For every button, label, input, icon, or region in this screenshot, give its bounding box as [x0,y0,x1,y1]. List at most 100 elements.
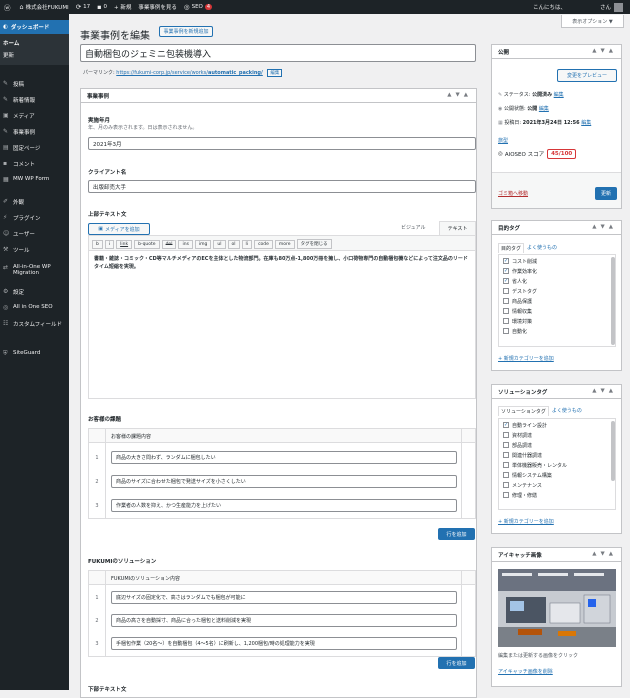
add-category-link[interactable]: + 新規カテゴリーを追加 [498,518,554,525]
checkbox[interactable] [503,442,509,448]
submenu-home[interactable]: ホーム [0,37,69,49]
comments-menu[interactable]: ▪ 0 [97,3,107,11]
metabox-header[interactable]: 事業事例 [81,89,476,103]
menu-comments[interactable]: ▪ コメント [0,160,69,168]
preview-changes-button[interactable]: 変更をプレビュー [557,69,617,82]
menu-pages[interactable]: ▤ 固定ページ [0,144,69,152]
menu-plugins[interactable]: ⚡ プラグイン [0,214,69,222]
issues-add-row-button[interactable]: 行を追加 [438,528,475,540]
checkbox[interactable] [503,482,509,488]
checkbox[interactable] [503,318,509,324]
checkbox[interactable] [503,288,509,294]
view-post-link[interactable]: 事業事例を見る [138,3,177,11]
checkbox[interactable] [503,452,509,458]
quicktag-img[interactable]: img [194,240,212,249]
tab-popular[interactable]: よく使うもの [549,406,585,416]
issue-input-3[interactable]: 作業者の人数を抑え、かつ生産能力を上げたい [111,499,457,512]
tab-all[interactable]: ソリューションタグ [498,406,549,416]
tag-item[interactable]: ✓ 作業効率化 [503,266,611,276]
menu-dashboard[interactable]: ◐ ダッシュボード [0,20,69,34]
tag-item[interactable]: 情報収集 [503,306,611,316]
tag-item[interactable]: 商品保護 [503,296,611,306]
metabox-controls[interactable]: ▲▼▲ [592,388,617,394]
account-menu[interactable]: こんにちは、 さん [533,2,623,12]
tag-item[interactable]: 修理・修繕 [503,490,611,500]
metabox-controls[interactable]: ▲▼▲ [447,92,472,98]
issue-input-2[interactable]: 商品のサイズに合わせた梱包で発送サイズを小さくしたい [111,475,457,488]
post-title-input[interactable]: 自動梱包のジェミニ包装機導入 [80,44,476,62]
revisions-link[interactable]: 旅型 [498,137,508,144]
solution-input-2[interactable]: 商品の高さを自動採寸、商品に合った梱包と送料削減を実現 [111,614,457,627]
screen-options-button[interactable]: 表示オプション ▼ [561,15,624,28]
tag-item[interactable]: デストタグ [503,286,611,296]
checkbox[interactable] [503,462,509,468]
tab-popular[interactable]: よく使うもの [524,243,560,253]
checkbox[interactable] [503,472,509,478]
metabox-controls[interactable]: ▲▼▲ [592,224,617,230]
quicktag-ins[interactable]: ins [178,240,193,249]
client-input[interactable]: 出版卸売大手 [88,180,476,193]
remove-featured-image-link[interactable]: アイキャッチ画像を削除 [498,668,553,675]
tag-item[interactable]: ✓ 省人化 [503,276,611,286]
tag-item[interactable]: ✓ 自動ライン設計 [503,420,611,430]
tab-visual[interactable]: ビジュアル [401,224,426,231]
quicktag-bquote[interactable]: b-quote [134,240,160,249]
trash-link[interactable]: ゴミ箱へ移動 [498,190,528,197]
checkbox[interactable]: ✓ [503,268,509,274]
tag-item[interactable]: 自動化 [503,326,611,336]
metabox-controls[interactable]: ▲▼▲ [592,48,617,54]
add-media-button[interactable]: ▣ メディアを追加 [88,223,150,235]
menu-users[interactable]: ☺ ユーザー [0,230,69,238]
tag-item[interactable]: 関連什器調達 [503,450,611,460]
quicktag-ul[interactable]: ul [213,240,226,249]
quicktag-b[interactable]: b [92,240,103,249]
seo-menu[interactable]: ◎ SEO 4 [184,3,213,11]
checkbox[interactable] [503,298,509,304]
checkbox[interactable]: ✓ [503,422,509,428]
checkbox[interactable] [503,308,509,314]
submenu-updates[interactable]: 更新 [0,49,69,61]
menu-settings[interactable]: ⚙ 設定 [0,288,69,296]
solution-add-row-button[interactable]: 行を追加 [438,657,475,669]
tag-item[interactable]: 部品調達 [503,440,611,450]
visibility-edit-link[interactable]: 編集 [539,106,549,112]
menu-works[interactable]: ✎ 事業事例 [0,128,69,136]
date-input[interactable]: 2021年3月 [88,137,476,150]
upper-text-area[interactable]: 書籍・雑誌・コミック・CD等マルチメディアのECを主体とした物流部門。在庫も80… [89,251,475,275]
quicktag-close-tags[interactable]: タグを閉じる [296,239,332,249]
updates-menu[interactable]: ⟳ 17 [76,3,90,11]
add-new-button[interactable]: 事業事例を新規追加 [159,26,213,37]
tag-item[interactable]: ✓ コスト削減 [503,256,611,266]
permalink-link[interactable]: https://fukumi-corp.jp/service/works/aut… [116,70,263,76]
tab-all[interactable]: 目的タグ [498,243,525,253]
menu-posts[interactable]: ✎ 投稿 [0,80,69,88]
quicktag-link[interactable]: link [116,240,133,249]
quicktag-li[interactable]: li [241,240,253,249]
wp-logo-menu[interactable]: ⓦ [4,2,13,12]
checkbox[interactable] [503,432,509,438]
tag-item[interactable]: 資材調達 [503,430,611,440]
update-button[interactable]: 更新 [595,187,617,200]
quicktag-more[interactable]: more [274,240,295,249]
checkbox[interactable]: ✓ [503,278,509,284]
scrollbar[interactable] [611,257,615,345]
metabox-controls[interactable]: ▲▼▲ [592,551,617,557]
seo-score-badge[interactable]: 45/100 [547,149,577,159]
featured-image[interactable] [498,569,616,647]
quicktag-ol[interactable]: ol [227,240,240,249]
menu-aioseo[interactable]: ◎ All in One SEO [0,304,69,311]
date-edit-link[interactable]: 編集 [581,120,591,126]
site-name-menu[interactable]: ⌂ 株式会社FUKUMI [20,3,69,11]
quicktag-code[interactable]: code [254,240,273,249]
quicktag-del[interactable]: del [161,240,177,249]
checkbox[interactable] [503,492,509,498]
menu-migration[interactable]: ⇄ All-in-One WP Migration [0,264,69,276]
scrollbar[interactable] [611,421,615,481]
new-content-menu[interactable]: + 新規 [114,3,131,11]
tab-text[interactable]: テキスト [439,221,476,235]
quicktag-i[interactable]: i [104,240,115,249]
permalink-edit-button[interactable]: 編集 [267,69,283,77]
solution-input-3[interactable]: 手梱包作業（20名～）を自動梱包（4～5名）に刷新し、1,200梱包/時の処理能… [111,637,457,650]
status-edit-link[interactable]: 編集 [554,92,564,98]
solution-input-1[interactable]: 底辺サイズの固定化で、高さはランダムでも梱包が可能に [111,591,457,604]
